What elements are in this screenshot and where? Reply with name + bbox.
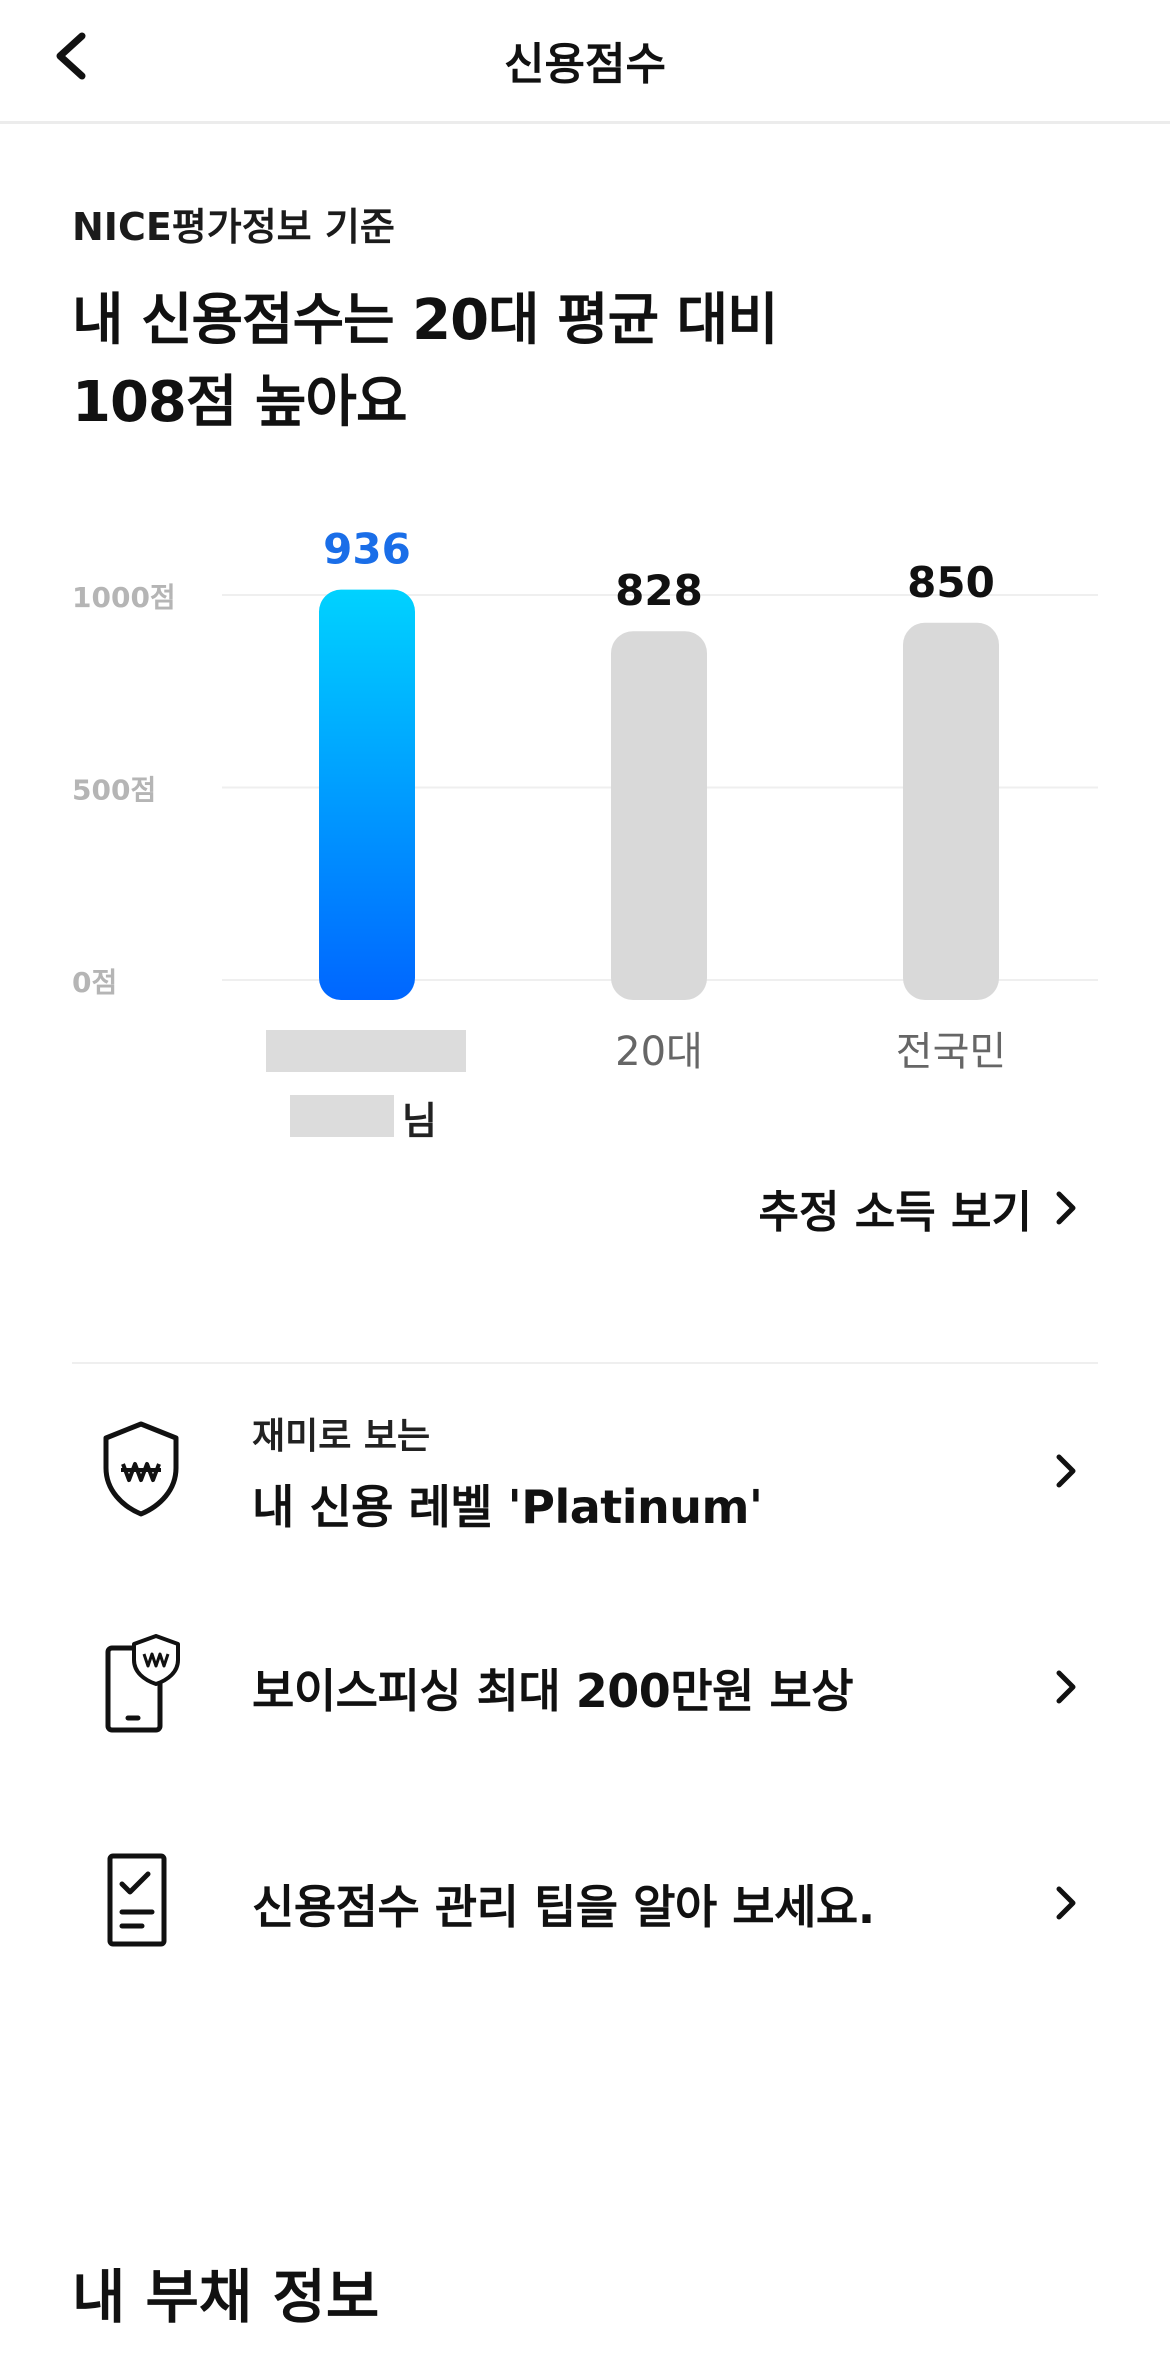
page-title: 신용점수: [504, 39, 666, 90]
menu-item-title: 보이스피싱 최대 200만원 보상: [252, 1664, 854, 1718]
user-name-suffix: 님: [402, 1099, 437, 1143]
x-category-label: 20대: [615, 1029, 703, 1075]
shield-won-icon: [103, 1421, 179, 1517]
menu-item-title: 내 신용 레벨 'Platinum': [252, 1480, 763, 1534]
menu-item-subtitle: 재미로 보는: [252, 1416, 431, 1457]
menu-item-voice-phishing[interactable]: 보이스피싱 최대 200만원 보상: [72, 1618, 1098, 1758]
chevron-right-icon: [1056, 1454, 1076, 1488]
section-divider: [72, 1362, 1098, 1364]
menu-item-text: 재미로 보는 내 신용 레벨 'Platinum': [252, 1402, 763, 1542]
bar: [319, 589, 415, 1000]
chevron-right-icon: [1056, 1670, 1076, 1704]
user-name-redacted-2: [290, 1095, 394, 1137]
data-label: 936: [323, 525, 411, 574]
menu-item-credit-tips[interactable]: 신용점수 관리 팁을 알아 보세요.: [72, 1834, 1098, 1974]
score-basis-label: NICE평가정보 기준: [72, 205, 395, 249]
bar: [903, 622, 999, 1000]
y-tick-label: 1000점: [72, 581, 176, 614]
x-category-label: 전국민: [896, 1029, 1006, 1075]
menu-item-text: 신용점수 관리 팁을 알아 보세요.: [252, 1834, 875, 1974]
y-tick-label: 500점: [72, 774, 156, 807]
menu-item-text: 보이스피싱 최대 200만원 보상: [252, 1618, 854, 1758]
estimated-income-link[interactable]: 추정 소득 보기: [758, 1176, 1078, 1240]
y-tick-label: 0점: [72, 966, 117, 999]
debt-section-title: 내 부채 정보: [72, 2263, 380, 2331]
headline-line-2: 108점 높아요: [72, 370, 407, 435]
user-name-redacted: [266, 1030, 466, 1072]
headline-line-1: 내 신용점수는 20대 평균 대비: [72, 288, 779, 353]
checklist-doc-icon: [107, 1853, 167, 1947]
score-comparison-chart: 1000점 500점 0점 936 828 20대 850 전국민: [0, 520, 1170, 1120]
top-bar: 신용점수: [0, 0, 1170, 124]
chevron-right-icon: [1056, 1886, 1076, 1920]
phone-shield-icon: [105, 1634, 180, 1733]
data-label: 850: [907, 558, 995, 607]
menu-item-credit-level[interactable]: 재미로 보는 내 신용 레벨 'Platinum': [72, 1402, 1098, 1542]
menu-item-title: 신용점수 관리 팁을 알아 보세요.: [252, 1880, 875, 1934]
data-label: 828: [615, 566, 703, 615]
score-headline: 내 신용점수는 20대 평균 대비 108점 높아요: [72, 280, 1072, 444]
chevron-right-icon: [1056, 1191, 1076, 1225]
chart-canvas: 1000점 500점 0점 936 828 20대 850 전국민: [72, 525, 1098, 1075]
bar: [611, 631, 707, 1000]
estimated-income-label: 추정 소득 보기: [758, 1187, 1032, 1238]
